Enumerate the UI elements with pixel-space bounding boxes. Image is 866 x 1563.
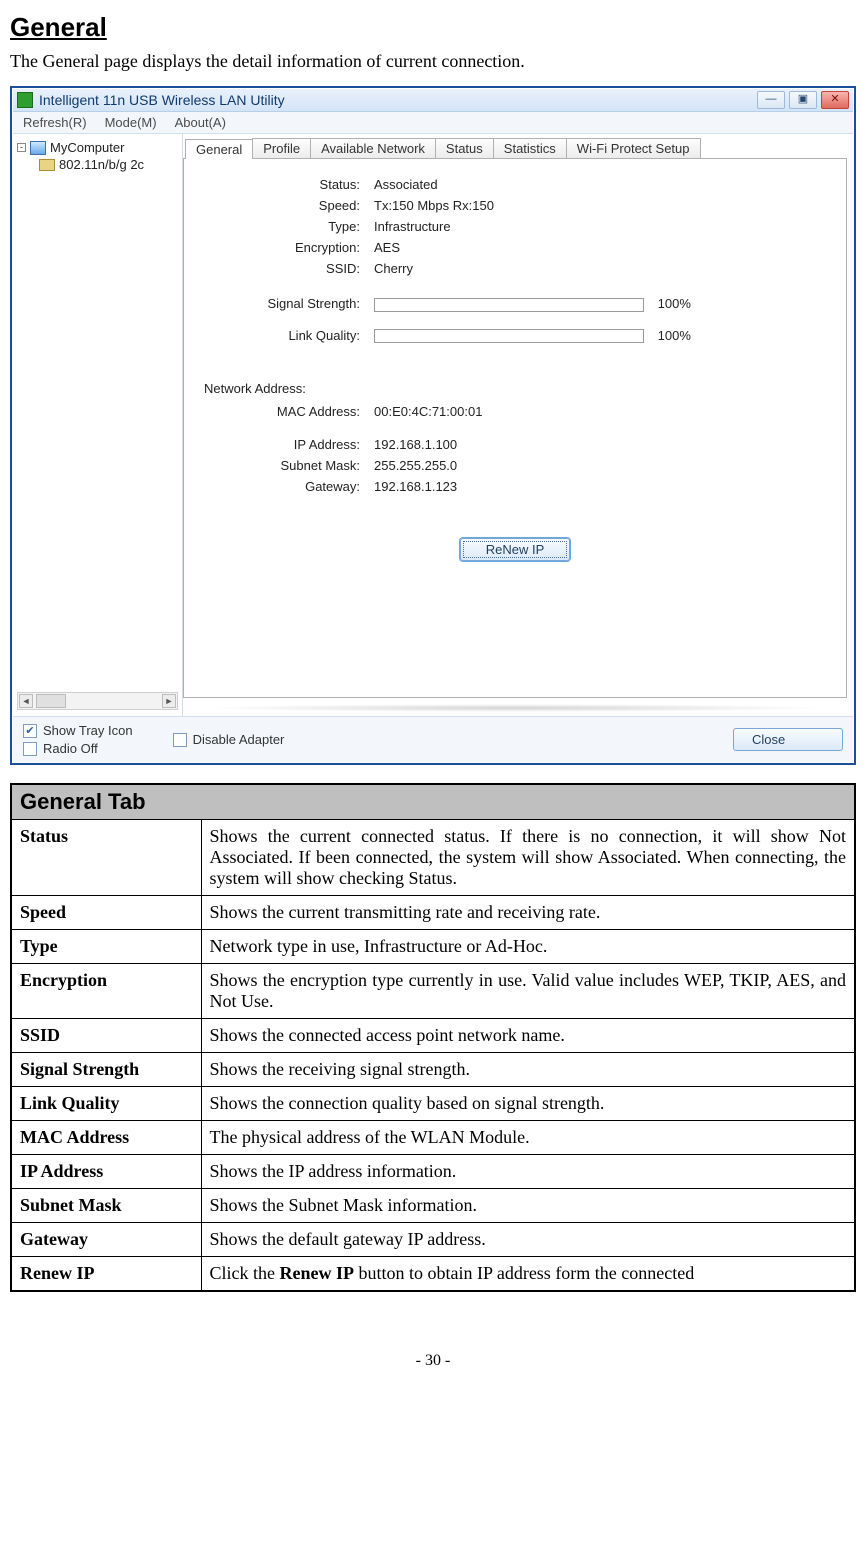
desc-value: Shows the current transmitting rate and … xyxy=(201,896,855,930)
value-type: Infrastructure xyxy=(368,217,697,236)
disable-adapter-label: Disable Adapter xyxy=(193,732,285,747)
scroll-right-icon[interactable]: ► xyxy=(162,694,176,708)
label-signal-strength: Signal Strength: xyxy=(206,294,366,314)
tab-general[interactable]: General xyxy=(185,139,253,159)
desc-key: Renew IP xyxy=(11,1257,201,1292)
label-gateway: Gateway: xyxy=(206,477,366,496)
value-mac: 00:E0:4C:71:00:01 xyxy=(368,402,488,421)
tab-content: Status: Associated Speed: Tx:150 Mbps Rx… xyxy=(183,158,847,698)
show-tray-checkbox[interactable] xyxy=(23,724,37,738)
desc-key: Signal Strength xyxy=(11,1053,201,1087)
link-quality-bar xyxy=(374,329,644,343)
tree-expander-icon[interactable]: - xyxy=(17,143,26,152)
desc-value: Shows the connected access point network… xyxy=(201,1019,855,1053)
desc-key: Gateway xyxy=(11,1223,201,1257)
computer-icon xyxy=(30,141,46,155)
label-ip: IP Address: xyxy=(206,435,366,454)
radio-off-checkbox[interactable] xyxy=(23,742,37,756)
window-title: Intelligent 11n USB Wireless LAN Utility xyxy=(39,92,757,108)
desc-key: Speed xyxy=(11,896,201,930)
desc-key: Subnet Mask xyxy=(11,1189,201,1223)
desc-value: Shows the current connected status. If t… xyxy=(201,820,855,896)
desc-value: Shows the default gateway IP address. xyxy=(201,1223,855,1257)
disable-adapter-checkbox[interactable] xyxy=(173,733,187,747)
tree-child-label: 802.11n/b/g 2c xyxy=(59,157,144,172)
menu-mode[interactable]: Mode(M) xyxy=(105,115,157,130)
network-address-table: MAC Address: 00:E0:4C:71:00:01 IP Addres… xyxy=(204,400,490,498)
status-table: Status: Associated Speed: Tx:150 Mbps Rx… xyxy=(204,173,699,347)
value-gateway: 192.168.1.123 xyxy=(368,477,488,496)
tab-profile[interactable]: Profile xyxy=(252,138,311,158)
page-number: - 30 - xyxy=(10,1352,856,1370)
label-type: Type: xyxy=(206,217,366,236)
show-tray-label: Show Tray Icon xyxy=(43,723,133,738)
signal-strength-pct: 100% xyxy=(658,296,691,311)
desc-key: MAC Address xyxy=(11,1121,201,1155)
tab-available-network[interactable]: Available Network xyxy=(310,138,436,158)
desc-value: The physical address of the WLAN Module. xyxy=(201,1121,855,1155)
label-speed: Speed: xyxy=(206,196,366,215)
radio-off-label: Radio Off xyxy=(43,741,98,756)
label-subnet: Subnet Mask: xyxy=(206,456,366,475)
value-ip: 192.168.1.100 xyxy=(368,435,488,454)
app-icon xyxy=(17,92,33,108)
desc-key: Status xyxy=(11,820,201,896)
scroll-left-icon[interactable]: ◄ xyxy=(19,694,33,708)
page-intro: The General page displays the detail inf… xyxy=(10,51,856,72)
tree-hscrollbar[interactable]: ◄ ► xyxy=(17,692,178,710)
desc-key: IP Address xyxy=(11,1155,201,1189)
scroll-thumb[interactable] xyxy=(36,694,66,708)
tree-root-label: MyComputer xyxy=(50,140,124,155)
signal-strength-bar xyxy=(374,298,644,312)
tab-status[interactable]: Status xyxy=(435,138,494,158)
renew-ip-button[interactable]: ReNew IP xyxy=(460,538,570,561)
value-encryption: AES xyxy=(368,238,697,257)
value-status: Associated xyxy=(368,175,697,194)
tabstrip: General Profile Available Network Status… xyxy=(185,138,847,158)
desc-value: Shows the IP address information. xyxy=(201,1155,855,1189)
tree-child-row[interactable]: 802.11n/b/g 2c xyxy=(39,157,178,172)
menu-about[interactable]: About(A) xyxy=(175,115,226,130)
desc-value: Click the Renew IP button to obtain IP a… xyxy=(201,1257,855,1292)
app-window: Intelligent 11n USB Wireless LAN Utility… xyxy=(10,86,856,765)
bottom-bar: Show Tray Icon Radio Off Disable Adapter… xyxy=(13,716,853,762)
device-tree: - MyComputer 802.11n/b/g 2c ◄ ► xyxy=(13,134,183,716)
page-heading: General xyxy=(10,12,856,43)
tab-statistics[interactable]: Statistics xyxy=(493,138,567,158)
menu-refresh[interactable]: Refresh(R) xyxy=(23,115,87,130)
drop-shadow xyxy=(203,704,827,712)
titlebar[interactable]: Intelligent 11n USB Wireless LAN Utility… xyxy=(13,89,853,112)
tree-root-row[interactable]: - MyComputer xyxy=(17,140,178,155)
menubar: Refresh(R) Mode(M) About(A) xyxy=(13,112,853,134)
tab-wps[interactable]: Wi-Fi Protect Setup xyxy=(566,138,701,158)
minimize-button[interactable]: — xyxy=(757,91,785,109)
desc-value: Shows the receiving signal strength. xyxy=(201,1053,855,1087)
maximize-button[interactable]: ▣ xyxy=(789,91,817,109)
desc-key: Link Quality xyxy=(11,1087,201,1121)
link-quality-pct: 100% xyxy=(658,328,691,343)
desc-key: SSID xyxy=(11,1019,201,1053)
desc-value: Network type in use, Infrastructure or A… xyxy=(201,930,855,964)
general-tab-description-table: General Tab StatusShows the current conn… xyxy=(10,783,856,1292)
close-button[interactable]: Close xyxy=(733,728,843,751)
desc-value: Shows the Subnet Mask information. xyxy=(201,1189,855,1223)
desc-value: Shows the encryption type currently in u… xyxy=(201,964,855,1019)
value-ssid: Cherry xyxy=(368,259,697,278)
main-pane: General Profile Available Network Status… xyxy=(183,134,853,716)
label-mac: MAC Address: xyxy=(206,402,366,421)
desc-key: Encryption xyxy=(11,964,201,1019)
adapter-icon xyxy=(39,159,55,171)
label-link-quality: Link Quality: xyxy=(206,326,366,346)
desc-key: Type xyxy=(11,930,201,964)
label-ssid: SSID: xyxy=(206,259,366,278)
value-subnet: 255.255.255.0 xyxy=(368,456,488,475)
close-window-button[interactable]: ✕ xyxy=(821,91,849,109)
label-status: Status: xyxy=(206,175,366,194)
network-address-label: Network Address: xyxy=(204,381,826,396)
label-encryption: Encryption: xyxy=(206,238,366,257)
desc-value: Shows the connection quality based on si… xyxy=(201,1087,855,1121)
desc-header: General Tab xyxy=(11,784,855,820)
value-speed: Tx:150 Mbps Rx:150 xyxy=(368,196,697,215)
